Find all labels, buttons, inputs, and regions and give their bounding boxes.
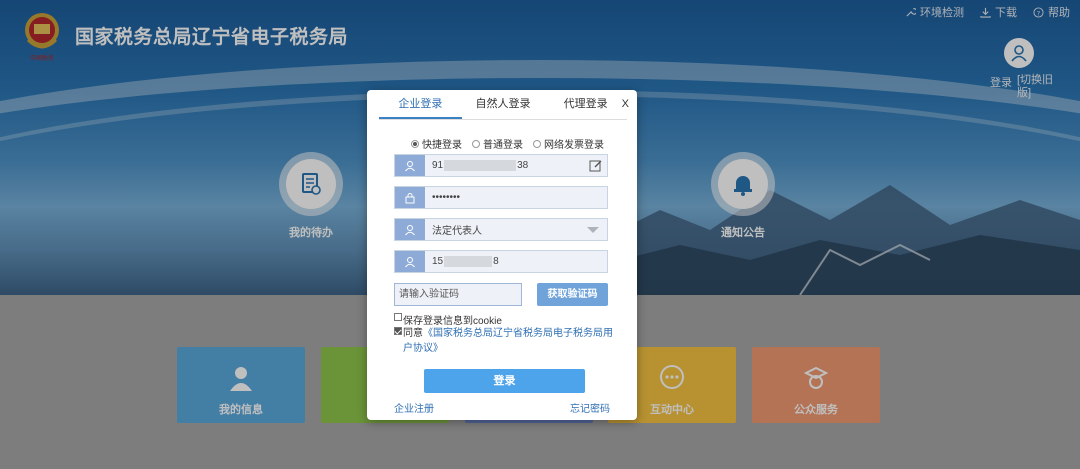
forgot-password-link[interactable]: 忘记密码: [570, 400, 610, 415]
top-links: 环境检测 下载 ? 帮助: [905, 4, 1070, 20]
tab-agent-login[interactable]: 代理登录: [544, 90, 627, 119]
hero-item-notice-label: 通知公告: [721, 227, 765, 239]
tile-public-service[interactable]: 公众服务: [752, 347, 880, 423]
download-icon: [980, 7, 991, 18]
agree-row[interactable]: 同意《国家税务总局辽宁省税务局电子税务局用户协议》: [394, 326, 619, 356]
login-button[interactable]: 登录: [424, 369, 585, 393]
captcha-input[interactable]: 请输入验证码: [394, 283, 522, 306]
user-agreement-link[interactable]: 《国家税务总局辽宁省税务局电子税务局用户协议》: [403, 328, 613, 354]
help-link[interactable]: ? 帮助: [1033, 4, 1070, 20]
role-select[interactable]: 法定代表人: [394, 218, 608, 241]
svg-text:中国税务: 中国税务: [30, 54, 54, 62]
user-icon: [1011, 45, 1027, 62]
register-link[interactable]: 企业注册: [394, 400, 434, 415]
agree-prefix: 同意: [403, 328, 423, 339]
person-icon: [395, 155, 425, 176]
notice-inner: [718, 159, 768, 209]
todo-document-icon: [302, 173, 321, 195]
tab-natural-person-login[interactable]: 自然人登录: [462, 90, 545, 119]
tile-public-service-label: 公众服务: [794, 404, 838, 416]
public-service-icon: [803, 366, 829, 389]
help-icon: ?: [1033, 6, 1044, 18]
hero-item-notice[interactable]: 通知公告: [703, 152, 783, 240]
radio-invoice-login[interactable]: 网络发票登录: [533, 136, 604, 151]
agree-checkbox[interactable]: [394, 327, 402, 335]
tool-icon: [906, 7, 916, 17]
login-mode-radios: 快捷登录 普通登录 网络发票登录: [411, 136, 604, 151]
taxpayer-id-suffix: 38: [517, 160, 529, 171]
taxpayer-id-prefix: 91: [432, 160, 444, 171]
radio-invoice-label: 网络发票登录: [544, 140, 604, 151]
tile-my-info[interactable]: 我的信息: [177, 347, 305, 423]
person-icon: [395, 219, 425, 240]
todo-circle: [279, 152, 343, 216]
download-label: 下载: [995, 7, 1017, 19]
radio-dot: [411, 139, 419, 148]
hero-item-todo[interactable]: 我的待办: [271, 152, 351, 240]
bottom-links: 企业注册 忘记密码: [394, 400, 610, 415]
taxpayer-id-field[interactable]: 91 38: [394, 154, 608, 177]
env-check-label: 环境检测: [920, 7, 964, 19]
site-title: 国家税务总局辽宁省电子税务局: [75, 27, 349, 48]
bell-icon: [734, 176, 752, 196]
tax-emblem-logo: 中国税务: [25, 13, 59, 62]
role-value: 法定代表人: [432, 226, 482, 237]
radio-dot: [472, 139, 480, 148]
tab-enterprise-login[interactable]: 企业登录: [379, 90, 462, 119]
lock-icon: [395, 187, 425, 208]
hero-item-todo-label: 我的待办: [289, 227, 333, 239]
agree-text: 同意《国家税务总局辽宁省税务局电子税务局用户协议》: [403, 326, 619, 356]
tile-my-info-label: 我的信息: [219, 404, 263, 416]
user-icon: [230, 367, 252, 391]
phone-prefix: 15: [432, 256, 444, 267]
download-link[interactable]: 下载: [980, 4, 1017, 20]
redacted-mask: [444, 160, 517, 171]
chevron-down-icon: [587, 226, 599, 233]
radio-quick-login[interactable]: 快捷登录: [411, 136, 462, 151]
close-button[interactable]: X: [622, 98, 629, 110]
login-tabs: 企业登录 自然人登录 代理登录: [379, 90, 627, 120]
redacted-mask: [444, 256, 493, 267]
chat-icon: [660, 365, 684, 389]
login-modal: 企业登录 自然人登录 代理登录 X 快捷登录 普通登录 网络发票登录 91 38 …: [367, 90, 637, 420]
todo-inner: [286, 159, 336, 209]
help-label: 帮助: [1048, 7, 1070, 19]
phone-suffix: 8: [493, 256, 499, 267]
radio-normal-login[interactable]: 普通登录: [472, 136, 523, 151]
password-field[interactable]: ••••••••: [394, 186, 608, 209]
remember-checkbox[interactable]: [394, 313, 402, 321]
radio-quick-label: 快捷登录: [422, 140, 462, 151]
edit-icon[interactable]: [589, 159, 603, 173]
radio-normal-label: 普通登录: [483, 140, 523, 151]
phone-field[interactable]: 15 8: [394, 250, 608, 273]
remember-label: 保存登录信息到cookie: [403, 316, 502, 327]
remember-row[interactable]: 保存登录信息到cookie: [394, 312, 502, 327]
get-code-button[interactable]: 获取验证码: [537, 283, 608, 306]
env-check-link[interactable]: 环境检测: [905, 4, 964, 20]
password-value: ••••••••: [432, 192, 461, 203]
user-login-link[interactable]: 登录: [990, 74, 1012, 90]
svg-text:?: ?: [1037, 9, 1040, 17]
notice-circle: [711, 152, 775, 216]
radio-dot: [533, 139, 541, 148]
switch-old-version-link[interactable]: [切换旧版]: [1017, 74, 1055, 100]
person-icon: [395, 251, 425, 272]
great-wall-mountains: [600, 185, 1080, 295]
user-avatar[interactable]: [1004, 38, 1034, 68]
